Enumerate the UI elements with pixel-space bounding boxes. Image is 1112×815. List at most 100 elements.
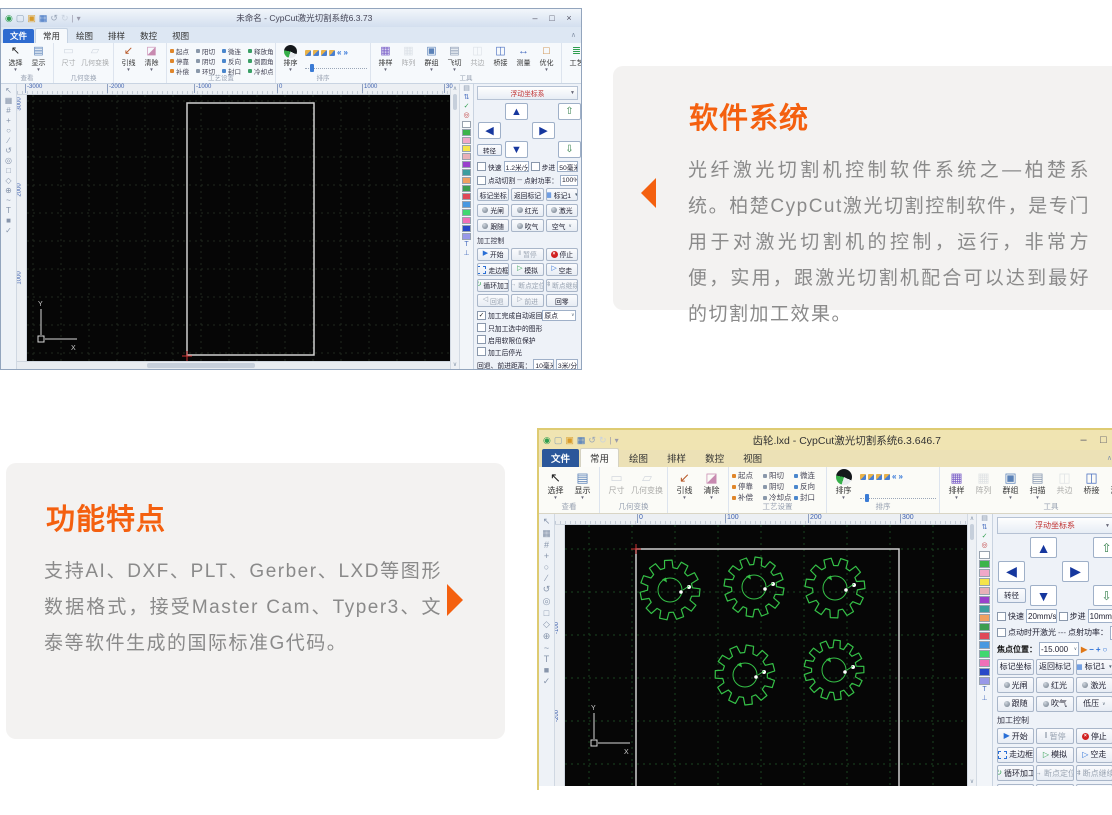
layer-color-swatch[interactable] <box>979 677 990 685</box>
checkbox-只加工选中的图形[interactable]: 只加工选中的图形 <box>477 323 542 333</box>
control-button-断点定位[interactable]: →断点定位 <box>1036 765 1073 781</box>
jog-down-button[interactable]: ▼ <box>1030 585 1057 606</box>
ribbon-button-桥接[interactable]: ◫桥接 <box>489 45 512 71</box>
checkbox-加工后停光[interactable]: 加工后停光 <box>477 347 522 357</box>
layer-color-swatch[interactable] <box>979 614 990 622</box>
palette-tool-icon[interactable]: ✓ <box>982 533 988 541</box>
palette-tool-icon[interactable]: ◎ <box>463 112 469 120</box>
drawing-canvas[interactable]: YX <box>27 95 450 361</box>
tool-icon[interactable]: ~ <box>6 196 11 205</box>
ribbon-button-几何变换[interactable]: ▱几何变换 <box>630 469 664 499</box>
layer-color-swatch[interactable] <box>462 145 471 152</box>
fast-checkbox[interactable]: 快速 <box>997 611 1024 622</box>
jog-aux-button[interactable]: 转径 <box>997 588 1026 603</box>
layer-color-swatch[interactable] <box>979 659 990 667</box>
layer-color-swatch[interactable] <box>462 185 471 192</box>
tab-文件[interactable]: 文件 <box>3 29 34 43</box>
tool-icon[interactable]: ▦ <box>542 528 551 539</box>
return-point-select[interactable]: 原点∨ <box>542 310 576 321</box>
tool-icon[interactable]: ↖ <box>543 516 551 527</box>
anchor-tool-icon[interactable]: ⊥ <box>981 695 987 703</box>
tool-icon[interactable]: ↺ <box>543 584 551 595</box>
tab-常用[interactable]: 常用 <box>35 28 68 43</box>
focus-plus-icon[interactable]: + <box>1096 645 1101 654</box>
ribbon-button-清除[interactable]: ◪清除▼ <box>698 469 725 499</box>
focus-position-select[interactable]: -15.000∨ <box>1039 642 1079 656</box>
control-button-前进[interactable]: ▷前进 <box>1036 784 1073 787</box>
tool-icon[interactable]: # <box>6 106 10 115</box>
tab-绘图[interactable]: 绘图 <box>620 449 657 467</box>
ribbon-button-引线[interactable]: ↙引线▼ <box>671 469 698 499</box>
sort-prev-icon[interactable]: « <box>892 472 896 481</box>
ribbon-item-停靠[interactable]: 停靠 <box>732 481 761 492</box>
control-button-回退[interactable]: ◁回退 <box>477 294 509 307</box>
toggle-button-光闸[interactable]: 光闸 <box>477 204 509 217</box>
tool-icon[interactable]: ↖ <box>5 86 12 95</box>
mark-button-标记1[interactable]: ▦标记1▼ <box>546 188 578 201</box>
layer-color-swatch[interactable] <box>979 641 990 649</box>
control-button-回退[interactable]: ◁回退 <box>997 784 1034 787</box>
ribbon-button-阵列[interactable]: ▦阵列 <box>970 469 997 499</box>
tool-icon[interactable]: ∕ <box>8 136 9 145</box>
ribbon-button-阵列[interactable]: ▦阵列 <box>397 45 420 71</box>
jog-right-button[interactable]: ▶ <box>532 122 555 139</box>
sort-next-icon[interactable]: » <box>898 472 902 481</box>
jog-down-button[interactable]: ▼ <box>505 141 528 158</box>
redo-icon[interactable]: ↻ <box>599 436 607 445</box>
palette-tool-icon[interactable]: ▤ <box>981 515 988 523</box>
anchor-tool-icon[interactable]: ⊥ <box>463 250 469 258</box>
layer-color-swatch[interactable] <box>979 623 990 631</box>
ribbon-button-群组[interactable]: ▣群组▼ <box>997 469 1024 499</box>
control-button-停止[interactable]: ×停止 <box>546 248 578 261</box>
window-button[interactable]: □ <box>1095 434 1112 446</box>
layer-color-swatch[interactable] <box>979 632 990 640</box>
ribbon-item-反向[interactable]: 反向 <box>794 481 823 492</box>
ribbon-button-引线[interactable]: ↙引线▼ <box>117 45 140 71</box>
ribbon-item-起点[interactable]: 起点 <box>732 470 761 481</box>
palette-tool-icon[interactable]: ◎ <box>981 542 987 550</box>
tool-icon[interactable]: T <box>544 654 550 664</box>
ribbon-item-停靠[interactable]: 停靠 <box>170 56 194 66</box>
ribbon-item-微连[interactable]: 微连 <box>794 470 823 481</box>
jog-up-button[interactable]: ▲ <box>505 103 528 120</box>
layer-color-swatch[interactable] <box>979 668 990 676</box>
ribbon-item-倒圆角[interactable]: 倒圆角 <box>248 56 272 66</box>
toggle-button-吹气[interactable]: 吹气 <box>511 219 543 232</box>
layer-color-swatch[interactable] <box>462 217 471 224</box>
control-button-循环加工[interactable]: ↻循环加工 <box>477 279 509 292</box>
layer-color-swatch[interactable] <box>462 193 471 200</box>
tool-icon[interactable]: # <box>544 540 549 550</box>
ribbon-button-测量[interactable]: ↔测量 <box>512 45 535 71</box>
app-logo-icon[interactable]: ◉ <box>543 436 551 445</box>
layer-color-swatch[interactable] <box>462 225 471 232</box>
save-icon[interactable]: ▦ <box>39 14 48 23</box>
power-select[interactable]: 100%∨ <box>560 175 578 186</box>
fast-speed-select[interactable]: 1.2米/分∨ <box>504 161 529 172</box>
layer-color-swatch[interactable] <box>462 177 471 184</box>
control-button-暂停[interactable]: ‖暂停 <box>1036 728 1073 744</box>
collapse-ribbon-icon[interactable]: ∧ <box>571 31 576 39</box>
layer-color-swatch[interactable] <box>979 596 990 604</box>
layer-color-swatch[interactable] <box>979 605 990 613</box>
ribbon-item-阴切[interactable]: 阴切 <box>196 56 220 66</box>
drawing-canvas[interactable]: YX <box>565 525 967 786</box>
layer-color-swatch[interactable] <box>462 233 471 240</box>
fast-checkbox[interactable]: 快速 <box>477 162 502 172</box>
tool-icon[interactable]: ○ <box>544 562 549 572</box>
step-checkbox[interactable]: 步进 <box>531 162 556 172</box>
sort-slider[interactable] <box>305 64 367 72</box>
toggle-button-激光[interactable]: 激光 <box>1076 677 1112 693</box>
undo-icon[interactable]: ↺ <box>588 436 596 445</box>
control-button-暂停[interactable]: ‖暂停 <box>511 248 543 261</box>
text-tool-icon[interactable]: T <box>982 686 986 694</box>
tool-icon[interactable]: ○ <box>6 126 11 135</box>
jog-up-button[interactable]: ▲ <box>1030 537 1057 558</box>
ribbon-item-释放角[interactable]: 释放角 <box>248 46 272 56</box>
layer-color-swatch[interactable] <box>979 551 990 559</box>
window-button[interactable]: – <box>1075 434 1092 446</box>
toggle-button-跟随[interactable]: 跟随 <box>997 696 1034 712</box>
tool-icon[interactable]: ✓ <box>543 676 551 687</box>
tool-icon[interactable]: □ <box>544 608 549 618</box>
jog-left-button[interactable]: ◀ <box>478 122 501 139</box>
palette-tool-icon[interactable]: ▤ <box>463 85 470 93</box>
